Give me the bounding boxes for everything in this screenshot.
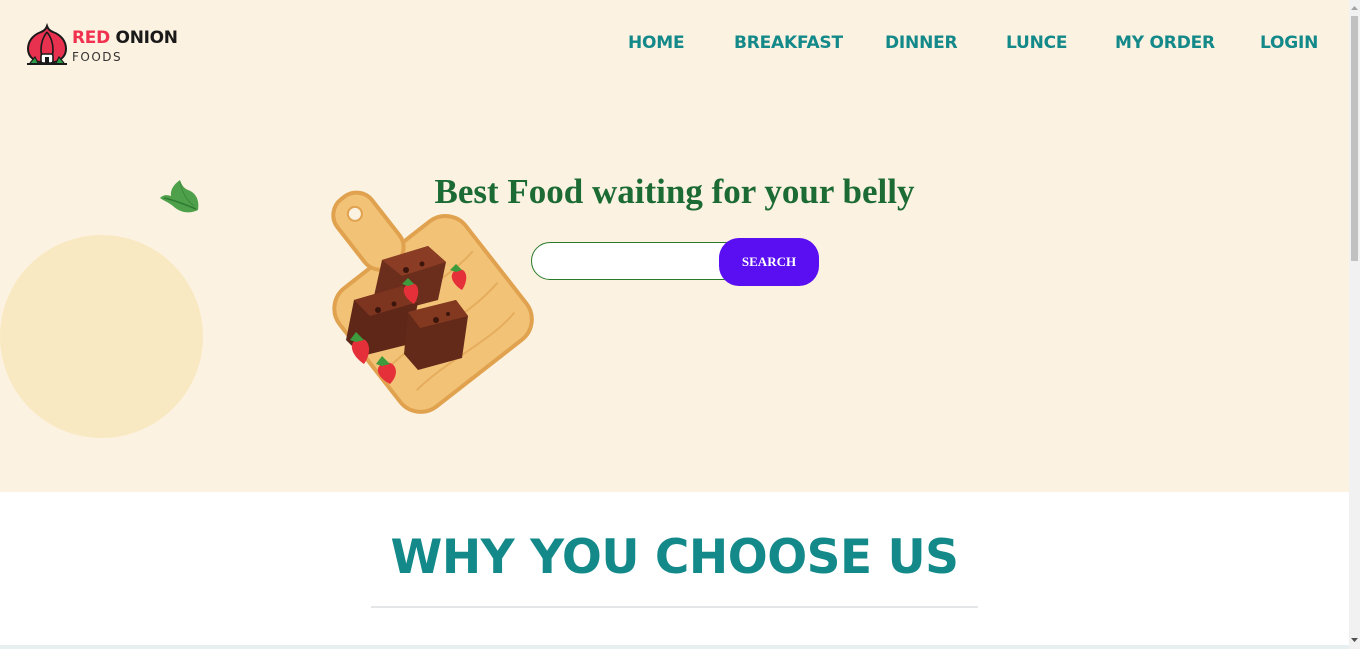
search-button[interactable]: SEARCH [719,238,819,286]
vertical-scrollbar[interactable] [1349,0,1360,649]
main-nav: HOME BREAKFAST DINNER LUNCE MY ORDER LOG… [0,33,1349,57]
brownies-cutting-board-illustration [331,190,534,414]
scroll-down-arrow-icon[interactable] [1349,634,1360,646]
section-title: WHY YOU CHOOSE US [390,530,959,585]
decorative-circle [0,235,203,438]
hero-headline: Best Food waiting for your belly [434,172,915,211]
section-divider [371,606,978,608]
scrollbar-thumb[interactable] [1351,16,1358,261]
hero-section: RED ONION FOODS HOME BREAKFAST DINNER LU… [0,0,1349,492]
nav-breakfast[interactable]: BREAKFAST [734,33,843,53]
nav-home[interactable]: HOME [628,33,685,53]
nav-login[interactable]: LOGIN [1260,33,1318,53]
nav-dinner[interactable]: DINNER [885,33,958,53]
search-input[interactable] [531,242,731,280]
nav-lunce[interactable]: LUNCE [1006,33,1068,53]
search-bar: SEARCH [531,238,821,286]
next-section-edge [0,645,1349,649]
nav-my-order[interactable]: MY ORDER [1115,33,1215,53]
scroll-up-arrow-icon[interactable] [1349,2,1360,14]
page: RED ONION FOODS HOME BREAKFAST DINNER LU… [0,0,1349,649]
